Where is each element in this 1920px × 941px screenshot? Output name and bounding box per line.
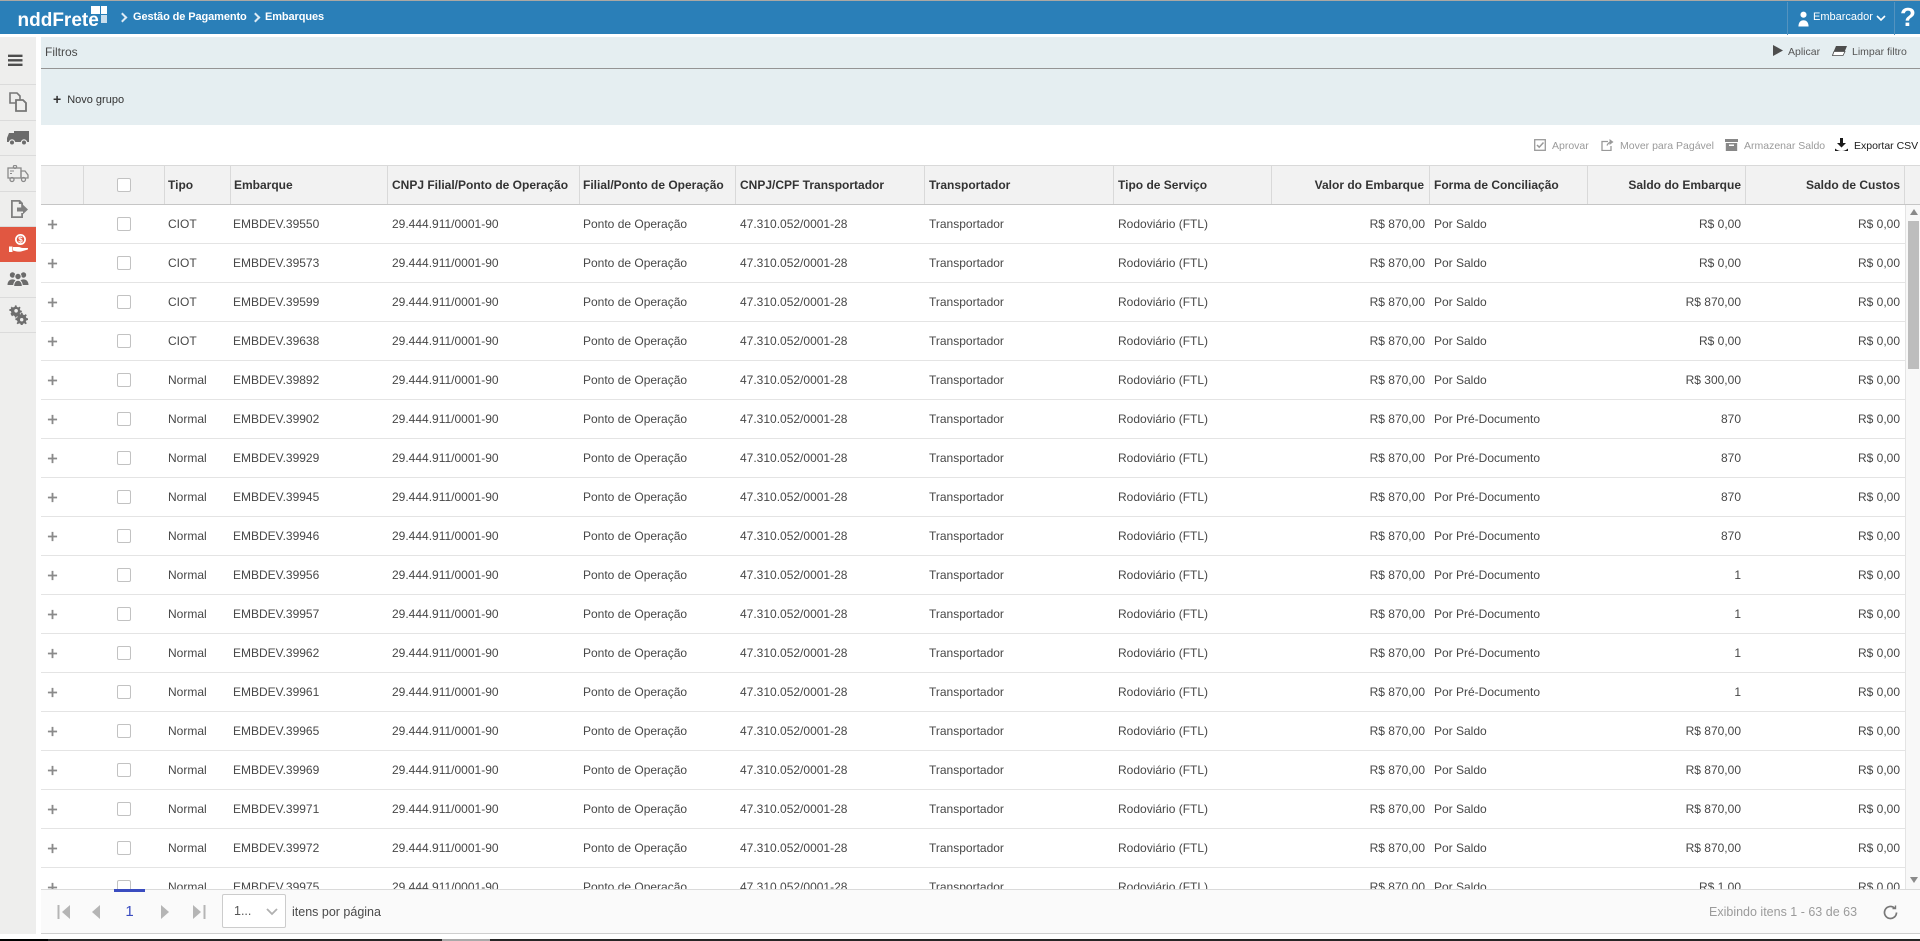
svg-text:$: $ [18, 236, 23, 245]
